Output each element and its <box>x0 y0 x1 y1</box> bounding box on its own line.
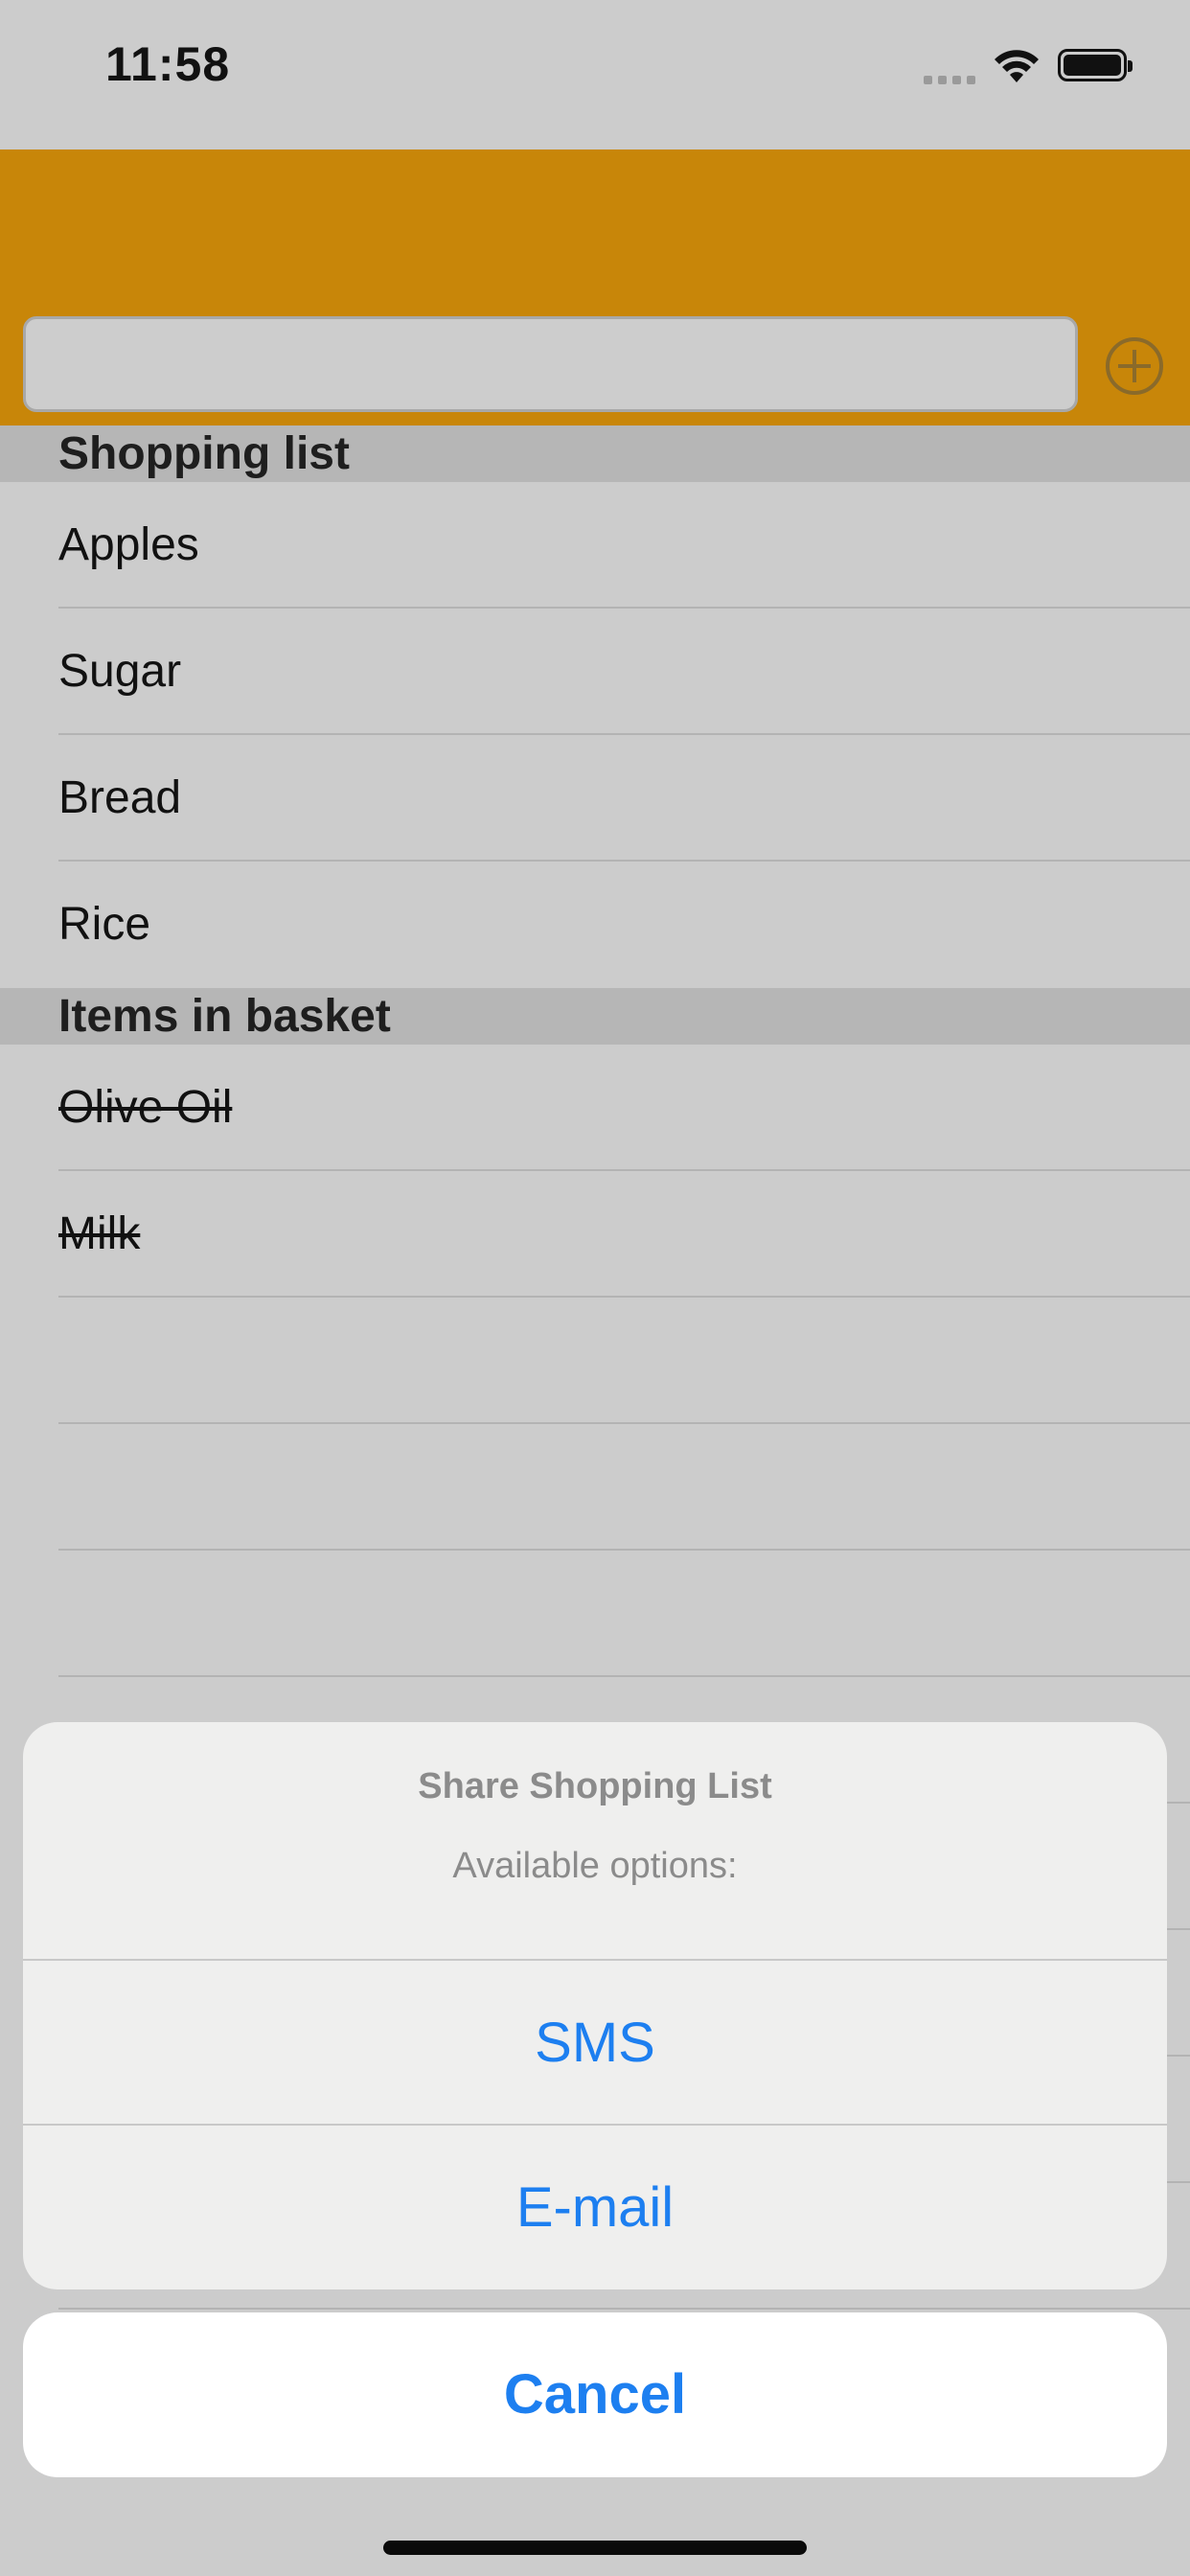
share-action-sheet: Share Shopping List Available options: S… <box>23 1722 1167 2289</box>
empty-row <box>58 1424 1190 1551</box>
section-header-items-in-basket: Items in basket <box>0 988 1190 1045</box>
home-indicator[interactable] <box>383 2541 807 2555</box>
list-item[interactable]: Apples <box>58 482 1190 609</box>
list-item[interactable]: Rice <box>58 862 1190 988</box>
action-sheet-header: Share Shopping List Available options: <box>23 1722 1167 1961</box>
section-header-shopping-list: Shopping list <box>0 426 1190 482</box>
email-button[interactable]: E-mail <box>23 2126 1167 2289</box>
empty-row <box>58 1298 1190 1424</box>
status-bar: 11:58 <box>0 0 1190 150</box>
empty-row <box>58 1551 1190 1677</box>
list-item[interactable]: Bread <box>58 735 1190 862</box>
cellular-signal-icon <box>924 46 975 84</box>
basket-item[interactable]: Olive Oil <box>58 1045 1190 1171</box>
add-item-button[interactable] <box>1106 337 1163 395</box>
status-time: 11:58 <box>105 37 231 91</box>
cancel-button[interactable]: Cancel <box>23 2312 1167 2477</box>
action-sheet-message: Available options: <box>452 1846 738 1886</box>
battery-icon <box>1058 49 1133 81</box>
action-sheet-title: Share Shopping List <box>418 1766 772 1806</box>
orange-header <box>0 150 1190 426</box>
list-item[interactable]: Sugar <box>58 609 1190 735</box>
new-item-input[interactable] <box>23 316 1078 412</box>
basket-item[interactable]: Milk <box>58 1171 1190 1298</box>
sms-button[interactable]: SMS <box>23 1961 1167 2126</box>
wifi-icon <box>995 50 1039 82</box>
status-icons <box>924 44 1133 86</box>
